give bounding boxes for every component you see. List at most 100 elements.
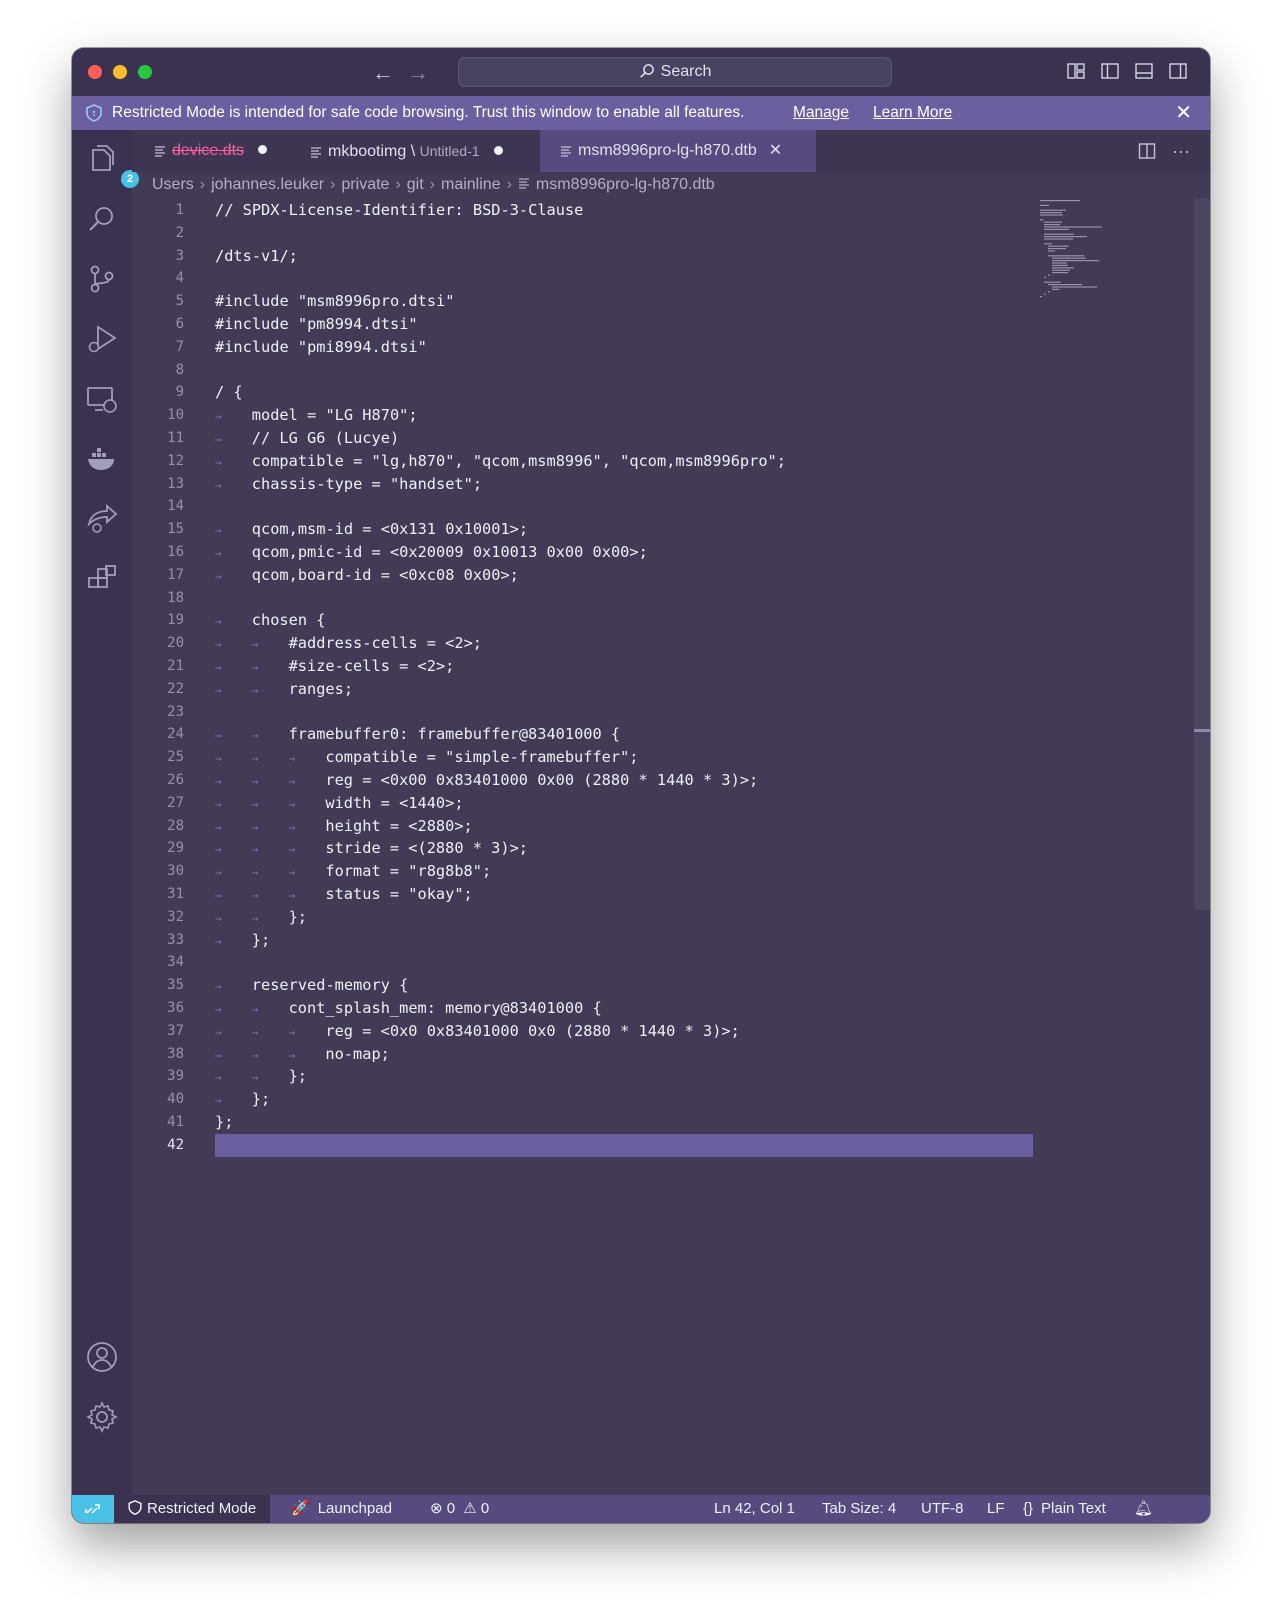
code-line[interactable]: → // LG G6 (Lucye) (215, 427, 399, 450)
code-line[interactable]: // SPDX-License-Identifier: BSD-3-Clause (215, 199, 583, 222)
breadcrumb-item[interactable]: johannes.leuker (211, 176, 324, 193)
code-line[interactable]: → →}; (215, 1065, 307, 1088)
tab-device-dts[interactable]: device.dts (154, 130, 268, 172)
split-editor-icon[interactable] (1138, 141, 1156, 161)
remote-indicator[interactable] (72, 1495, 114, 1523)
code-line[interactable]: / { (215, 381, 243, 404)
minimize-window-button[interactable] (113, 65, 127, 79)
tab-whitespace-arrow: → (215, 1071, 222, 1085)
code-line[interactable]: → → → height = <2880>; (215, 815, 473, 838)
breadcrumb-item[interactable]: mainline (441, 176, 501, 193)
close-banner-icon[interactable]: ✕ (1175, 96, 1192, 130)
code-line[interactable]: → → → reg = <0x0 0x83401000 0x0 (2880 * 144… (215, 1020, 740, 1043)
code-line[interactable]: → → framebuffer0: framebuffer@83401000 { (215, 723, 620, 746)
minimap-line (1048, 255, 1084, 257)
breadcrumb-item[interactable]: git (407, 176, 424, 193)
toggle-secondary-sidebar-icon[interactable] (1168, 61, 1188, 81)
breadcrumb-item[interactable]: msm8996pro-lg-h870.dtb (536, 176, 715, 193)
code-line[interactable]: → qcom,pmic-id = <0x20009 0x10013 0x00 0x… (215, 541, 648, 564)
customize-layout-icon[interactable] (1066, 61, 1086, 81)
live-share-icon[interactable] (85, 502, 119, 536)
cursor-position[interactable]: Ln 42, Col 1 (714, 1495, 795, 1523)
breadcrumb-item[interactable]: private (341, 176, 389, 193)
search-label: Search (660, 63, 712, 80)
code-line[interactable]: #include "pm8994.dtsi" (215, 313, 418, 336)
encoding-status[interactable]: UTF-8 (921, 1495, 964, 1523)
code-line[interactable]: #include "msm8996pro.dtsi" (215, 290, 454, 313)
code-line[interactable]: →}; (215, 929, 270, 952)
search-view-icon[interactable] (85, 202, 119, 236)
toggle-primary-sidebar-icon[interactable] (1100, 61, 1120, 81)
code-line[interactable]: → chosen { (215, 609, 325, 632)
code-line[interactable]: → → → format = "r8g8b8"; (215, 860, 491, 883)
code-line[interactable]: → → → width = <1440>; (215, 792, 464, 815)
gear-icon[interactable] (85, 1400, 119, 1434)
source-control-icon[interactable] (85, 262, 119, 296)
tab-size-status[interactable]: Tab Size: 4 (822, 1495, 896, 1523)
close-window-button[interactable] (88, 65, 102, 79)
bell-icon[interactable]: 🔔︎ (1134, 1495, 1153, 1523)
docker-icon[interactable] (85, 442, 119, 476)
tab-whitespace-arrow: → (215, 683, 222, 697)
code-line[interactable]: → qcom,msm-id = <0x131 0x10001>; (215, 518, 528, 541)
restricted-mode-status[interactable]: Restricted Mode (114, 1495, 271, 1523)
extensions-icon[interactable] (85, 562, 119, 596)
unsaved-dot-icon (493, 146, 503, 155)
tab-mkbootimg[interactable]: mkbootimg \ Untitled-1 (310, 130, 503, 172)
breadcrumb: Users › johannes.leuker › private › git › mainli… (152, 172, 715, 198)
tab-whitespace-arrow: → (288, 1048, 296, 1062)
code-line[interactable]: → → #size-cells = <2>; (215, 655, 454, 678)
zoom-window-button[interactable] (138, 65, 152, 79)
code-line[interactable]: → → cont_splash_mem: memory@83401000 { (215, 997, 602, 1020)
accounts-icon[interactable] (85, 1340, 119, 1374)
code-line[interactable]: /dts-v1/; (215, 245, 298, 268)
language-mode-status[interactable]: {} Plain Text (1023, 1495, 1106, 1523)
code-line[interactable]: → → ranges; (215, 678, 353, 701)
code-editor[interactable]: 1 2 3 4 5 6 7 8 9 10 11 12 13 14 15 16 17 18 19 20 21 22 23 24 2… (132, 198, 1210, 1495)
remote-explorer-icon[interactable] (85, 382, 119, 416)
tab-msm8996pro-lg-h870[interactable]: msm8996pro-lg-h870.dtb ✕ (540, 130, 816, 172)
file-lines-icon (155, 146, 165, 157)
toggle-panel-icon[interactable] (1134, 61, 1154, 81)
code-line[interactable]: → → → no-map; (215, 1043, 390, 1066)
back-arrow-icon[interactable]: ← (372, 60, 394, 86)
code-line[interactable]: }; (215, 1111, 233, 1134)
breadcrumb-item[interactable]: Users (152, 176, 194, 193)
close-tab-icon[interactable]: ✕ (769, 142, 782, 159)
more-actions-icon[interactable]: ··· (1172, 141, 1190, 161)
code-line[interactable]: → → → status = "okay"; (215, 883, 473, 906)
explorer-icon[interactable]: 2 (85, 142, 139, 188)
activity-bar: 2 (72, 130, 139, 1495)
code-line[interactable]: → → → reg = <0x00 0x83401000 0x00 (2880 * 1… (215, 769, 758, 792)
forward-arrow-icon[interactable]: → (407, 60, 429, 86)
code-line[interactable]: → chassis-type = "handset"; (215, 473, 482, 496)
minimap-line (1052, 269, 1070, 271)
code-line[interactable]: → → #address-cells = <2>; (215, 632, 482, 655)
manage-link[interactable]: Manage (793, 96, 849, 130)
line-number: 36 (167, 1000, 184, 1016)
code-line[interactable]: → →}; (215, 906, 307, 929)
launchpad-status[interactable]: 🚀 Launchpad (291, 1495, 392, 1523)
vertical-scrollbar[interactable] (1194, 198, 1210, 910)
code-line[interactable]: → reserved-memory { (215, 974, 408, 997)
code-line[interactable]: →}; (215, 1088, 270, 1111)
minimap-line (1044, 228, 1069, 230)
code-line[interactable]: → qcom,board-id = <0xc08 0x00>; (215, 564, 519, 587)
learn-more-link[interactable]: Learn More (873, 96, 952, 130)
code-line[interactable]: #include "pmi8994.dtsi" (215, 336, 427, 359)
problems-status[interactable]: ⊗ 0 ⚠ 0 (430, 1495, 489, 1523)
code-line[interactable]: → → → stride = <(2880 * 3)>; (215, 837, 528, 860)
code-line[interactable]: → → → compatible = "simple-framebuffer"; (215, 746, 639, 769)
run-debug-icon[interactable] (85, 322, 119, 356)
code-line[interactable]: → compatible = "lg,h870", "qcom,msm8996",… (215, 450, 786, 473)
minimap-line (1048, 284, 1082, 286)
code-text: }; (288, 1067, 308, 1086)
code-text: cont_splash_mem: memory@83401000 { (288, 999, 602, 1017)
minimap[interactable] (1038, 198, 1118, 308)
code-text: #include "pm8994.dtsi" (215, 315, 418, 333)
minimap-line (1040, 200, 1080, 202)
tab-whitespace-arrow: → (251, 866, 259, 880)
command-center-search[interactable]: Search (458, 57, 892, 87)
code-line[interactable]: → model = "LG H870"; (215, 404, 418, 427)
eol-status[interactable]: LF (987, 1495, 1005, 1523)
